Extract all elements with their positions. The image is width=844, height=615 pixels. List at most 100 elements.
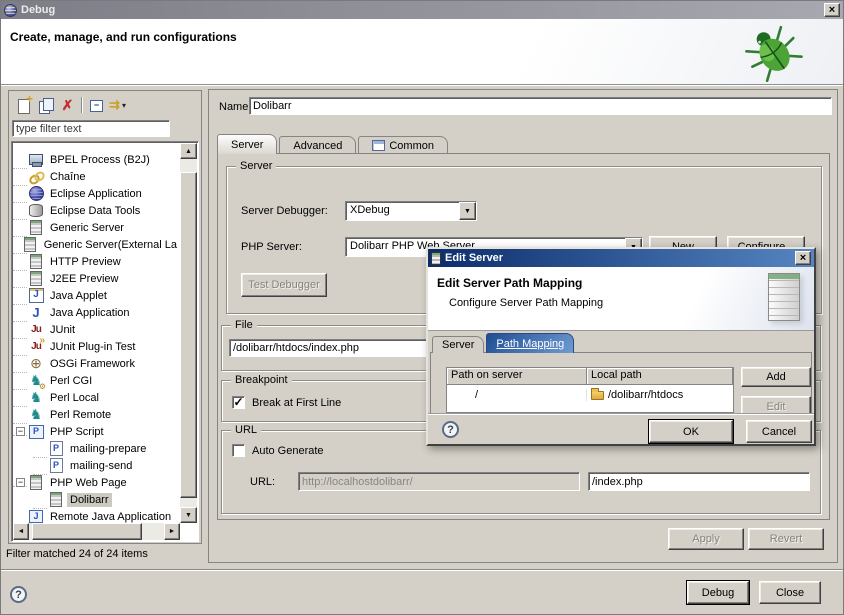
url-base-input <box>298 472 580 491</box>
filter-icon[interactable] <box>109 97 126 114</box>
dialog-help-icon[interactable]: ? <box>442 421 459 438</box>
new-config-icon[interactable] <box>15 97 32 114</box>
tree-item-label: JUnit Plug-in Test <box>47 340 138 354</box>
tree-item-perl-remote[interactable]: Perl Remote <box>13 406 180 423</box>
bug-icon <box>745 22 803 82</box>
apply-button[interactable]: Apply <box>668 528 744 550</box>
path-mapping-table: Path on server Local path / /dolibarr/ht… <box>446 367 734 413</box>
add-mapping-button[interactable]: Add <box>741 367 811 387</box>
server-debugger-select[interactable]: XDebug <box>345 201 477 221</box>
osgi-icon <box>28 356 44 372</box>
tree-item-remote-java-application[interactable]: Remote Java Application <box>13 508 180 523</box>
tree-item-bpel-process-b2j[interactable]: BPEL Process (B2J) <box>13 151 180 168</box>
chain-icon <box>28 169 44 185</box>
eclipse-logo-icon <box>4 4 17 17</box>
window-close-icon[interactable] <box>824 3 840 17</box>
tree-item-php-web-page[interactable]: −PHP Web Page <box>13 474 180 491</box>
column-local-path[interactable]: Local path <box>587 368 733 385</box>
duplicate-icon[interactable] <box>37 97 54 114</box>
dialog-button-bar: ? OK Cancel <box>428 413 814 444</box>
tree-item-eclipse-data-tools[interactable]: Eclipse Data Tools <box>13 202 180 219</box>
tree-vertical-scrollbar[interactable]: ▲ ▼ <box>180 143 197 523</box>
ok-button[interactable]: OK <box>649 420 733 443</box>
tree-item-php-script[interactable]: −PHP Script <box>13 423 180 440</box>
name-input[interactable] <box>249 97 832 115</box>
php-server-label: PHP Server: <box>241 241 302 253</box>
revert-button[interactable]: Revert <box>748 528 824 550</box>
window-title: Debug <box>21 4 55 16</box>
debug-button[interactable]: Debug <box>687 581 749 604</box>
php-file-icon <box>48 458 64 474</box>
tree-item-http-preview[interactable]: HTTP Preview <box>13 253 180 270</box>
tree-horizontal-scrollbar[interactable]: ◄ ► <box>13 523 180 540</box>
url-path-input[interactable] <box>588 472 810 491</box>
banner-title: Create, manage, and run configurations <box>1 19 843 44</box>
dialog-title: Edit Server <box>445 252 503 264</box>
server-tower-icon <box>768 273 800 321</box>
tree-item-perl-cgi[interactable]: Perl CGI <box>13 372 180 389</box>
tab-common[interactable]: Common <box>358 136 448 154</box>
toolbar-separator <box>81 97 82 113</box>
server-icon <box>28 254 44 270</box>
cancel-button[interactable]: Cancel <box>746 420 812 443</box>
tree-item-j2ee-preview[interactable]: J2EE Preview <box>13 270 180 287</box>
tree-item-generic-server[interactable]: Generic Server <box>13 219 180 236</box>
filter-input[interactable] <box>12 120 170 137</box>
tree-item-osgi-framework[interactable]: OSGi Framework <box>13 355 180 372</box>
tree-item-label: mailing-send <box>67 459 135 473</box>
scroll-down-icon[interactable]: ▼ <box>180 507 197 523</box>
dialog-tabs: Server Path Mapping <box>432 333 574 353</box>
bpel-icon <box>28 152 44 168</box>
tree-item-junit-plug-in-test[interactable]: JUnit Plug-in Test <box>13 338 180 355</box>
url-group-label: URL <box>231 424 261 436</box>
php-script-icon <box>28 424 44 440</box>
tree-item-label: JUnit <box>47 323 78 337</box>
tree-item-eclipse-application[interactable]: Eclipse Application <box>13 185 180 202</box>
dialog-tab-server[interactable]: Server <box>432 336 484 353</box>
horizontal-scroll-thumb[interactable] <box>32 523 142 540</box>
column-path-on-server[interactable]: Path on server <box>447 368 587 385</box>
vertical-scroll-thumb[interactable] <box>180 172 197 498</box>
dialog-titlebar: Edit Server <box>428 249 814 267</box>
tree-item-junit[interactable]: JUnit <box>13 321 180 338</box>
chevron-down-icon[interactable] <box>459 202 476 220</box>
break-first-line-checkbox[interactable] <box>232 396 245 409</box>
eclipse-icon <box>28 186 44 202</box>
tree-item-generic-server-external-la[interactable]: Generic Server(External La <box>13 236 180 253</box>
tab-server[interactable]: Server <box>217 134 277 154</box>
dialog-heading: Edit Server Path Mapping <box>428 267 814 290</box>
scroll-left-icon[interactable]: ◄ <box>13 523 29 540</box>
edit-server-dialog: Edit Server Edit Server Path Mapping Con… <box>426 247 816 446</box>
close-button[interactable]: Close <box>759 581 821 604</box>
auto-generate-label: Auto Generate <box>252 445 324 457</box>
tree-item-label: Perl Local <box>47 391 102 405</box>
perl-icon <box>28 407 44 423</box>
tree-item-mailing-prepare[interactable]: mailing-prepare <box>13 440 180 457</box>
scroll-right-icon[interactable]: ► <box>164 523 180 540</box>
tree-item-mailing-send[interactable]: mailing-send <box>13 457 180 474</box>
tree-collapse-icon[interactable]: − <box>16 478 25 487</box>
scroll-up-icon[interactable]: ▲ <box>180 143 197 159</box>
table-row[interactable]: / /dolibarr/htdocs <box>447 385 733 404</box>
server-debugger-label: Server Debugger: <box>241 205 328 217</box>
tree-item-label: Generic Server <box>47 221 127 235</box>
delete-icon[interactable] <box>59 97 76 114</box>
dialog-tab-path-mapping[interactable]: Path Mapping <box>486 333 574 353</box>
collapse-all-icon[interactable] <box>87 97 104 114</box>
database-icon <box>28 203 44 219</box>
tree-item-perl-local[interactable]: Perl Local <box>13 389 180 406</box>
tree-collapse-icon[interactable]: − <box>16 427 25 436</box>
tree-item-cha-ne[interactable]: Chaîne <box>13 168 180 185</box>
dialog-close-icon[interactable] <box>795 251 811 265</box>
test-debugger-button[interactable]: Test Debugger <box>241 273 327 297</box>
auto-generate-checkbox[interactable] <box>232 444 245 457</box>
tab-advanced[interactable]: Advanced <box>279 136 356 154</box>
url-label: URL: <box>250 476 275 488</box>
tree-item-label: Chaîne <box>47 170 88 184</box>
tree-item-label: Eclipse Data Tools <box>47 204 143 218</box>
tree-item-java-application[interactable]: Java Application <box>13 304 180 321</box>
help-icon[interactable]: ? <box>10 586 27 603</box>
tree-item-dolibarr[interactable]: Dolibarr <box>13 491 180 508</box>
tree-item-java-applet[interactable]: Java Applet <box>13 287 180 304</box>
server-icon <box>28 271 44 287</box>
